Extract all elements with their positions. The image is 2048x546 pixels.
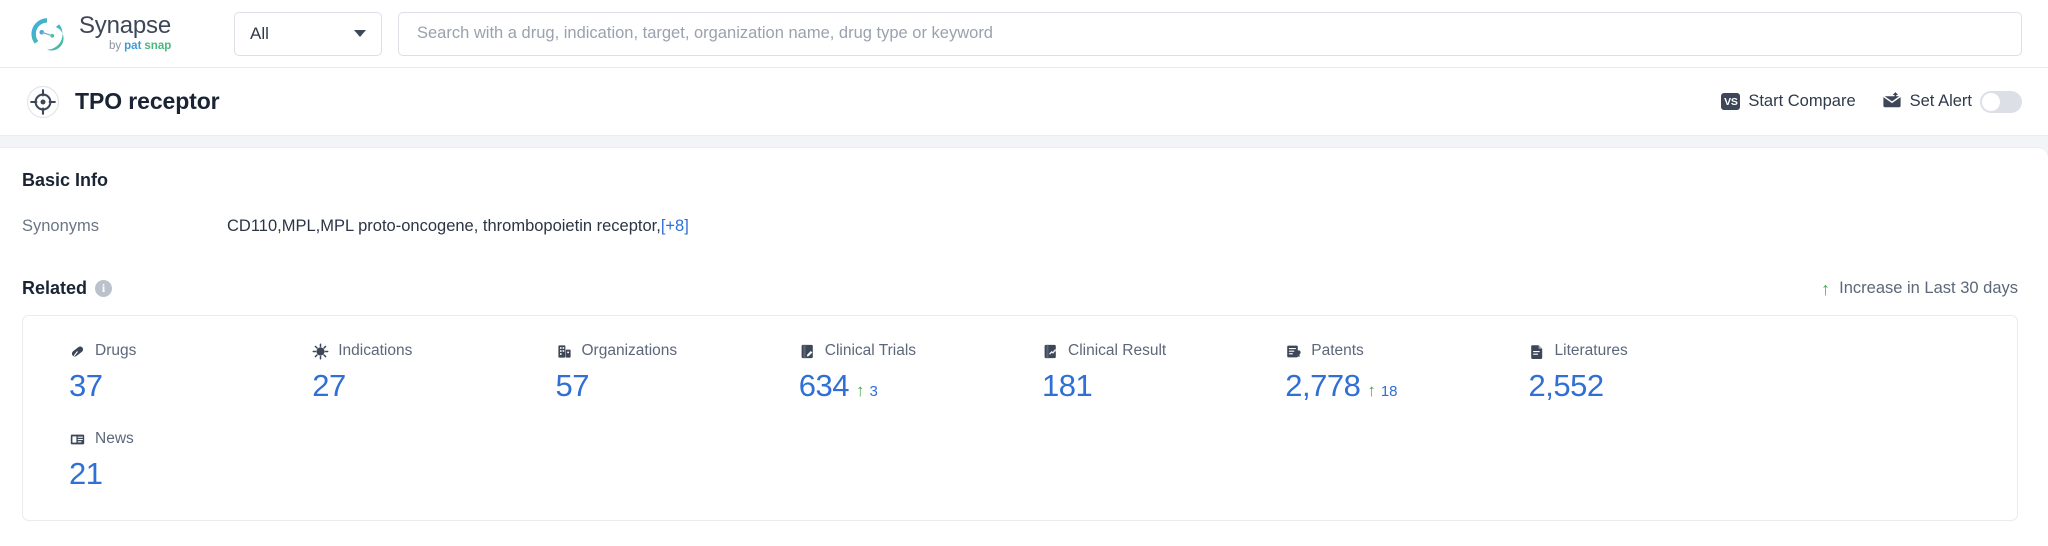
search-scope-select[interactable]: All bbox=[234, 11, 382, 56]
virus-icon bbox=[312, 343, 329, 360]
stat-drugs[interactable]: Drugs 37 bbox=[47, 342, 290, 404]
synonyms-value: CD110,MPL,MPL proto-oncogene, thrombopoi… bbox=[227, 217, 689, 236]
entity-header: TPO receptor VS Start Compare Set Alert bbox=[0, 68, 2048, 136]
stat-news-label: News bbox=[95, 430, 134, 447]
arrow-up-icon: ↑ bbox=[1821, 278, 1831, 299]
result-chart-icon bbox=[1042, 343, 1059, 360]
stat-patents-value: 2,778 bbox=[1285, 368, 1361, 403]
synonyms-label: Synonyms bbox=[22, 217, 100, 235]
stat-clinical-trials-delta: ↑ 3 bbox=[856, 382, 878, 400]
stat-literatures[interactable]: Literatures 2,552 bbox=[1507, 342, 1750, 404]
stat-clinical-trials-value-row: 634 ↑ 3 bbox=[799, 368, 1020, 404]
info-icon[interactable]: i bbox=[95, 280, 113, 297]
stat-clinical-result-value: 181 bbox=[1042, 368, 1093, 403]
stat-news[interactable]: News 21 bbox=[47, 430, 290, 492]
start-compare-button[interactable]: VS Start Compare bbox=[1721, 92, 1856, 111]
brand-pat: pat bbox=[124, 40, 142, 53]
brand-logo[interactable]: Synapse by pat snap bbox=[26, 13, 208, 55]
stat-row-spacer bbox=[1750, 342, 1993, 404]
set-alert-label: Set Alert bbox=[1909, 92, 1972, 110]
stat-clinical-result-head: Clinical Result bbox=[1042, 342, 1263, 360]
stat-patents-delta-value: 18 bbox=[1380, 383, 1398, 400]
start-compare-label: Start Compare bbox=[1748, 92, 1856, 110]
search-input[interactable] bbox=[417, 24, 2003, 43]
stat-news-value: 21 bbox=[69, 456, 103, 491]
patent-icon bbox=[1285, 343, 1302, 360]
global-header: Synapse by pat snap All bbox=[0, 0, 2048, 68]
stat-organizations-label: Organizations bbox=[581, 342, 678, 359]
search-scope-value: All bbox=[250, 23, 269, 43]
target-icon bbox=[26, 85, 60, 119]
news-icon bbox=[69, 431, 86, 448]
stat-clinical-trials-head: Clinical Trials bbox=[799, 342, 1020, 360]
synonyms-more-link[interactable]: [+8] bbox=[661, 217, 689, 235]
synonyms-text: CD110,MPL,MPL proto-oncogene, thrombopoi… bbox=[227, 217, 661, 235]
arrow-up-icon: ↑ bbox=[855, 381, 865, 400]
set-alert-button[interactable]: Set Alert bbox=[1882, 90, 2022, 113]
pill-icon bbox=[69, 343, 86, 360]
stat-organizations-head: Organizations bbox=[556, 342, 777, 360]
stat-indications-head: Indications bbox=[312, 342, 533, 360]
stat-literatures-label: Literatures bbox=[1554, 342, 1628, 359]
document-icon bbox=[1529, 343, 1546, 360]
arrow-up-icon: ↑ bbox=[1367, 381, 1376, 400]
stat-drugs-value-row: 37 bbox=[69, 368, 290, 404]
stat-patents-value-row: 2,778 ↑ 18 bbox=[1285, 368, 1506, 404]
basic-info-heading: Basic Info bbox=[22, 170, 2018, 191]
related-heading-row: Related i ↑ Increase in Last 30 days bbox=[22, 278, 2018, 299]
stat-indications-value: 27 bbox=[312, 368, 346, 403]
global-search-box[interactable] bbox=[398, 11, 2022, 56]
clipboard-icon bbox=[799, 343, 816, 360]
building-icon bbox=[556, 343, 573, 360]
synonyms-row: Synonyms CD110,MPL,MPL proto-oncogene, t… bbox=[22, 217, 2018, 236]
related-stats-card: Drugs 37 Indications 27 Organizations 57… bbox=[22, 315, 2018, 521]
stat-indications-value-row: 27 bbox=[312, 368, 533, 404]
brand-tagline: by pat snap bbox=[109, 41, 171, 53]
chevron-down-icon bbox=[354, 30, 366, 37]
related-heading: Related i bbox=[22, 278, 113, 299]
stat-clinical-trials-value: 634 bbox=[798, 368, 850, 403]
stat-drugs-head: Drugs bbox=[69, 342, 290, 360]
stat-drugs-label: Drugs bbox=[95, 342, 137, 359]
set-alert-toggle[interactable] bbox=[1980, 90, 2022, 113]
stat-patents-delta: ↑ 18 bbox=[1367, 382, 1397, 400]
entity-actions: VS Start Compare Set Alert bbox=[1721, 90, 2022, 113]
stat-drugs-value: 37 bbox=[69, 368, 103, 403]
stat-clinical-result-label: Clinical Result bbox=[1068, 342, 1167, 359]
stat-organizations-value: 57 bbox=[555, 368, 590, 403]
stat-clinical-trials-label: Clinical Trials bbox=[824, 342, 917, 359]
stat-clinical-result[interactable]: Clinical Result 181 bbox=[1020, 342, 1263, 404]
stat-patents[interactable]: Patents 2,778 ↑ 18 bbox=[1263, 342, 1506, 404]
stat-indications-label: Indications bbox=[338, 342, 413, 359]
stat-literatures-head: Literatures bbox=[1529, 342, 1750, 360]
related-heading-label: Related bbox=[22, 278, 88, 298]
stat-news-head: News bbox=[69, 430, 290, 448]
increase-legend-label: Increase in Last 30 days bbox=[1839, 279, 2018, 297]
content-panel: Basic Info Synonyms CD110,MPL,MPL proto-… bbox=[0, 148, 2048, 546]
stat-organizations[interactable]: Organizations 57 bbox=[534, 342, 777, 404]
stat-clinical-result-value-row: 181 bbox=[1042, 368, 1263, 404]
stat-patents-head: Patents bbox=[1285, 342, 1506, 360]
stat-indications[interactable]: Indications 27 bbox=[290, 342, 533, 404]
brand-snap: snap bbox=[144, 40, 172, 53]
increase-legend: ↑ Increase in Last 30 days bbox=[1821, 279, 2018, 298]
stat-literatures-value-row: 2,552 bbox=[1529, 368, 1750, 404]
stat-organizations-value-row: 57 bbox=[556, 368, 777, 404]
stat-literatures-value: 2,552 bbox=[1528, 368, 1605, 403]
alert-envelope-icon bbox=[1882, 91, 1902, 113]
brand-name: Synapse bbox=[79, 12, 171, 40]
stat-patents-label: Patents bbox=[1311, 342, 1364, 359]
entity-title-group: TPO receptor bbox=[26, 85, 220, 119]
basic-info-heading-label: Basic Info bbox=[22, 170, 109, 190]
stat-clinical-trials-delta-value: 3 bbox=[869, 383, 878, 400]
stat-news-value-row: 21 bbox=[69, 456, 290, 492]
versus-badge-icon: VS bbox=[1721, 93, 1741, 110]
stat-clinical-trials[interactable]: Clinical Trials 634 ↑ 3 bbox=[777, 342, 1020, 404]
brand-by: by bbox=[109, 40, 122, 53]
page-title: TPO receptor bbox=[75, 88, 220, 114]
synapse-logo-icon bbox=[26, 13, 68, 55]
